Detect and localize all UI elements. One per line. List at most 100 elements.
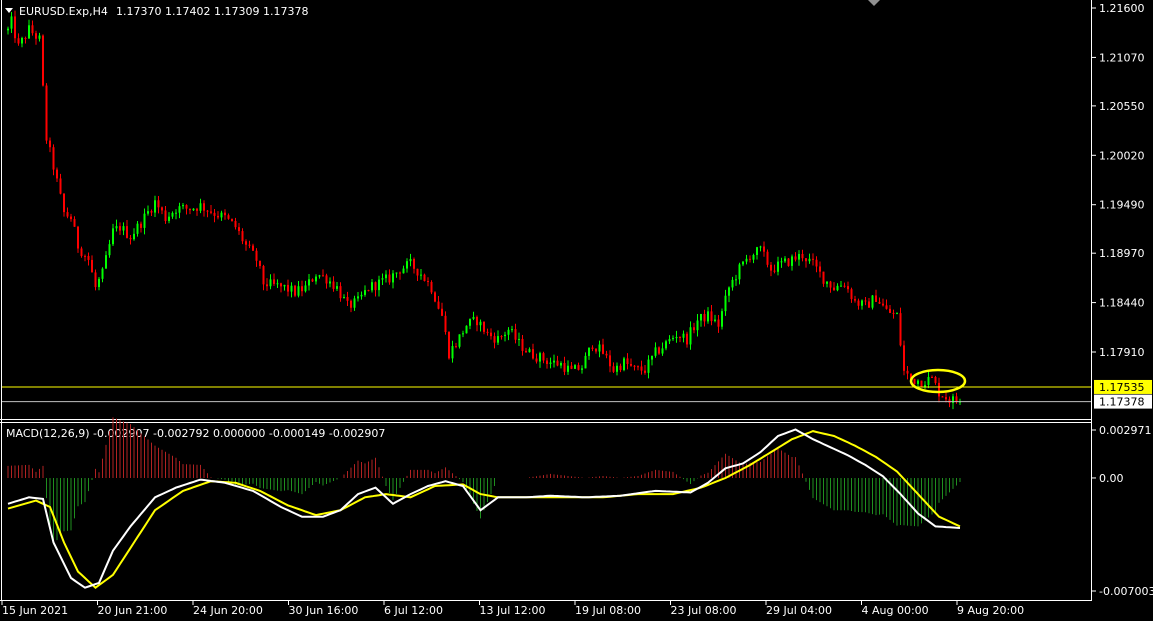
candle-body	[801, 253, 804, 259]
candle-body	[427, 281, 429, 283]
candle-body	[98, 278, 100, 288]
candle-body	[728, 287, 730, 296]
candle-body	[707, 311, 709, 322]
candle-body	[784, 258, 786, 262]
candle-body	[252, 245, 254, 251]
candle-body	[115, 226, 118, 229]
macd-tick-label: -0.007003	[1099, 585, 1153, 598]
candle-body	[924, 384, 926, 387]
candle-body	[903, 345, 905, 371]
candle-body	[955, 396, 958, 402]
candle-body	[273, 279, 275, 284]
candle-body	[840, 285, 842, 287]
candle-body	[861, 300, 863, 306]
time-tick-label: 19 Jul 08:00	[575, 604, 641, 617]
candle-body	[654, 347, 657, 356]
candle-body	[511, 329, 513, 331]
chart-canvas[interactable]: EURUSD.Exp,H4 1.17370 1.17402 1.17309 1.…	[0, 0, 1153, 621]
candle-body	[360, 294, 363, 297]
candle-body	[644, 370, 646, 373]
candle-body	[532, 349, 534, 359]
candle-body	[938, 382, 940, 397]
candle-body	[514, 329, 517, 340]
candle-body	[934, 377, 937, 383]
candle-body	[63, 193, 65, 213]
candle-body	[577, 365, 580, 370]
candle-body	[875, 295, 877, 302]
candle-body	[21, 37, 23, 44]
price-tick-label: 1.18970	[1099, 247, 1145, 260]
candle-body	[318, 275, 321, 277]
candle-body	[766, 251, 769, 265]
candle-body	[346, 297, 349, 301]
price-tick-label: 1.20550	[1099, 100, 1145, 113]
candle-body	[329, 281, 331, 284]
time-tick-label: 4 Aug 00:00	[862, 604, 929, 617]
candle-body	[409, 258, 412, 262]
candle-body	[749, 258, 751, 260]
candle-body	[588, 347, 590, 356]
candle-body	[483, 321, 485, 332]
candle-body	[262, 266, 265, 285]
candle-body	[217, 215, 219, 218]
candle-body	[689, 327, 692, 345]
candle-body	[864, 300, 867, 302]
candle-body	[157, 200, 160, 208]
candle-body	[192, 208, 195, 211]
candle-body	[283, 284, 286, 287]
candle-body	[665, 341, 667, 349]
candle-body	[651, 355, 653, 360]
candle-body	[525, 350, 527, 353]
candle-body	[752, 255, 755, 260]
candle-body	[350, 300, 352, 308]
candle-body	[325, 275, 328, 284]
candle-body	[269, 279, 272, 287]
candle-body	[339, 286, 342, 299]
candle-body	[703, 313, 706, 322]
candle-body	[567, 365, 569, 372]
candle-body	[710, 311, 713, 322]
candle-body	[224, 212, 226, 216]
candle-body	[266, 284, 268, 287]
candle-body	[927, 377, 930, 385]
candle-body	[315, 276, 317, 282]
candle-body	[10, 16, 13, 29]
candle-body	[493, 336, 496, 343]
candle-body	[812, 258, 814, 260]
candle-body	[112, 228, 114, 245]
candle-body	[35, 33, 37, 39]
candle-body	[462, 333, 464, 335]
macd-header: MACD(12,26,9) -0.002907 -0.002792 0.0000…	[6, 427, 385, 440]
candle-body	[682, 333, 685, 338]
chart-background	[0, 0, 1153, 621]
candle-body	[70, 216, 72, 220]
price-tick-label: 1.19490	[1099, 199, 1145, 212]
candle-body	[406, 261, 408, 269]
candle-body	[126, 226, 128, 238]
time-tick-label: 15 Jun 2021	[2, 604, 68, 617]
price-tick-label: 1.18440	[1099, 297, 1145, 310]
candle-body	[598, 344, 601, 352]
candle-body	[602, 344, 604, 354]
macd-tick-label: 0.00	[1099, 472, 1124, 485]
candle-body	[472, 316, 475, 319]
candle-body	[17, 38, 20, 44]
candle-body	[297, 286, 300, 296]
candle-body	[336, 286, 338, 289]
price-tick-label: 1.21600	[1099, 2, 1145, 15]
candle-body	[661, 348, 664, 354]
candle-body	[497, 336, 499, 343]
candle-body	[693, 327, 695, 331]
candle-body	[353, 298, 356, 308]
candle-body	[147, 211, 149, 214]
candle-body	[119, 226, 121, 231]
candle-body	[49, 140, 51, 148]
candle-body	[42, 35, 44, 86]
candle-body	[896, 313, 898, 315]
candle-body	[185, 205, 188, 209]
candle-body	[616, 365, 618, 372]
time-tick-label: 23 Jul 08:00	[671, 604, 737, 617]
candle-body	[847, 286, 849, 290]
candle-body	[143, 213, 146, 228]
candle-body	[311, 279, 314, 282]
